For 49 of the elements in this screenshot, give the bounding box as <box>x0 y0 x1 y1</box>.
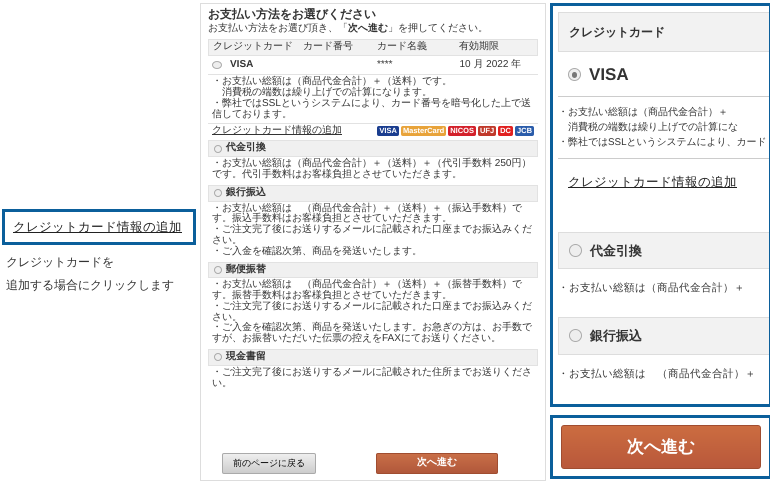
note-text: ・弊社ではSSLというシステムにより、カード番号を暗号化した上で送信しております。 <box>212 98 532 121</box>
radio-button[interactable] <box>214 353 222 362</box>
note-text: 消費税の端数は繰り上げでの計算になります。 <box>221 88 432 98</box>
note-text: ・お支払い総額は（商品代金合計）＋ <box>558 281 746 296</box>
card-brand: VISA <box>229 58 254 72</box>
note-text: ・お支払い総額は （商品代金合計）＋（送料）＋（振替手数料）です。振替手数料はお客様負担とさせていただきます。 <box>212 280 523 302</box>
add-card-link[interactable]: クレジットカード情報の追加 <box>13 220 182 234</box>
note-text: 消費税の端数は繰り上げでの計算にな <box>567 120 739 135</box>
note-text: ・ご入金を確認次第、商品を発送いたします。 <box>212 246 423 258</box>
radio-button[interactable] <box>214 189 222 198</box>
radio-button[interactable] <box>214 144 222 153</box>
note-text: ・ご入金を確認次第、商品を発送いたします。お急ぎの方は、お手数ですが、お振替いただいた伝票の控えをFAXにてお送りください。 <box>212 323 533 346</box>
card-brand: VISA <box>589 64 629 86</box>
page-title: お支払い方法をお選びください <box>208 8 377 21</box>
callout-description: 追加する場合にクリックします <box>6 276 175 294</box>
method-label: 銀行振込 <box>226 188 266 199</box>
radio-button[interactable] <box>568 68 581 82</box>
column-header: カード番号 <box>302 40 354 54</box>
note-text: ・お支払い総額は（商品代金合計）＋（送料）＋（代引手数料 250円）です。代引手数料はお客様負担とさせていただきます。 <box>212 159 532 181</box>
method-label: 代金引換 <box>226 143 266 154</box>
method-label: 郵便振替 <box>226 264 266 276</box>
radio-button[interactable] <box>569 244 582 258</box>
callout-description: クレジットカードを <box>6 254 115 271</box>
column-header: カード名義 <box>376 40 428 54</box>
column-header: クレジットカード <box>212 40 294 54</box>
radio-button[interactable] <box>212 60 222 69</box>
note-text: ・弊社ではSSLというシステムにより、カード <box>558 136 768 150</box>
add-card-link[interactable]: クレジットカード情報の追加 <box>558 159 769 232</box>
intro-text: お支払い方法をお選び頂き、「次へ進む」を押してください。 <box>208 24 489 35</box>
next-button[interactable]: 次へ進む <box>561 425 761 468</box>
back-button[interactable]: 前のページに戻る <box>222 453 316 474</box>
note-text: ・お支払い総額は （商品代金合計）＋ <box>558 366 757 382</box>
column-header: 有効期限 <box>458 40 500 54</box>
note-text: ・お支払い総額は（商品代金合計）＋ <box>558 106 729 120</box>
section-header: クレジットカード <box>558 12 769 52</box>
radio-button[interactable] <box>214 266 222 274</box>
note-text: ・お支払い総額は（商品代金合計）＋（送料）です。 <box>212 77 453 88</box>
card-holder: **** <box>376 58 394 72</box>
method-label: 現金書留 <box>226 352 266 363</box>
add-card-link[interactable]: クレジットカード情報の追加 <box>212 126 342 136</box>
method-label: 銀行振込 <box>590 327 642 346</box>
next-button[interactable]: 次へ進む <box>376 453 498 474</box>
note-text: ・ご注文完了後にお送りするメールに記載された口座までお振込みください。 <box>212 302 533 323</box>
note-text: ・ご注文完了後にお送りするメールに記載された住所までお送りください。 <box>212 368 533 390</box>
note-text: ・ご注文完了後にお送りするメールに記載された口座までお振込みください。 <box>212 225 533 246</box>
method-label: 代金引換 <box>590 242 642 260</box>
expiry-date: 10 月 2022 年 <box>458 58 522 72</box>
note-text: ・お支払い総額は （商品代金合計）＋（送料）＋（振込手数料）です。振込手数料はお客様負担とさせていただきます。 <box>212 204 523 224</box>
radio-button[interactable] <box>569 329 582 342</box>
